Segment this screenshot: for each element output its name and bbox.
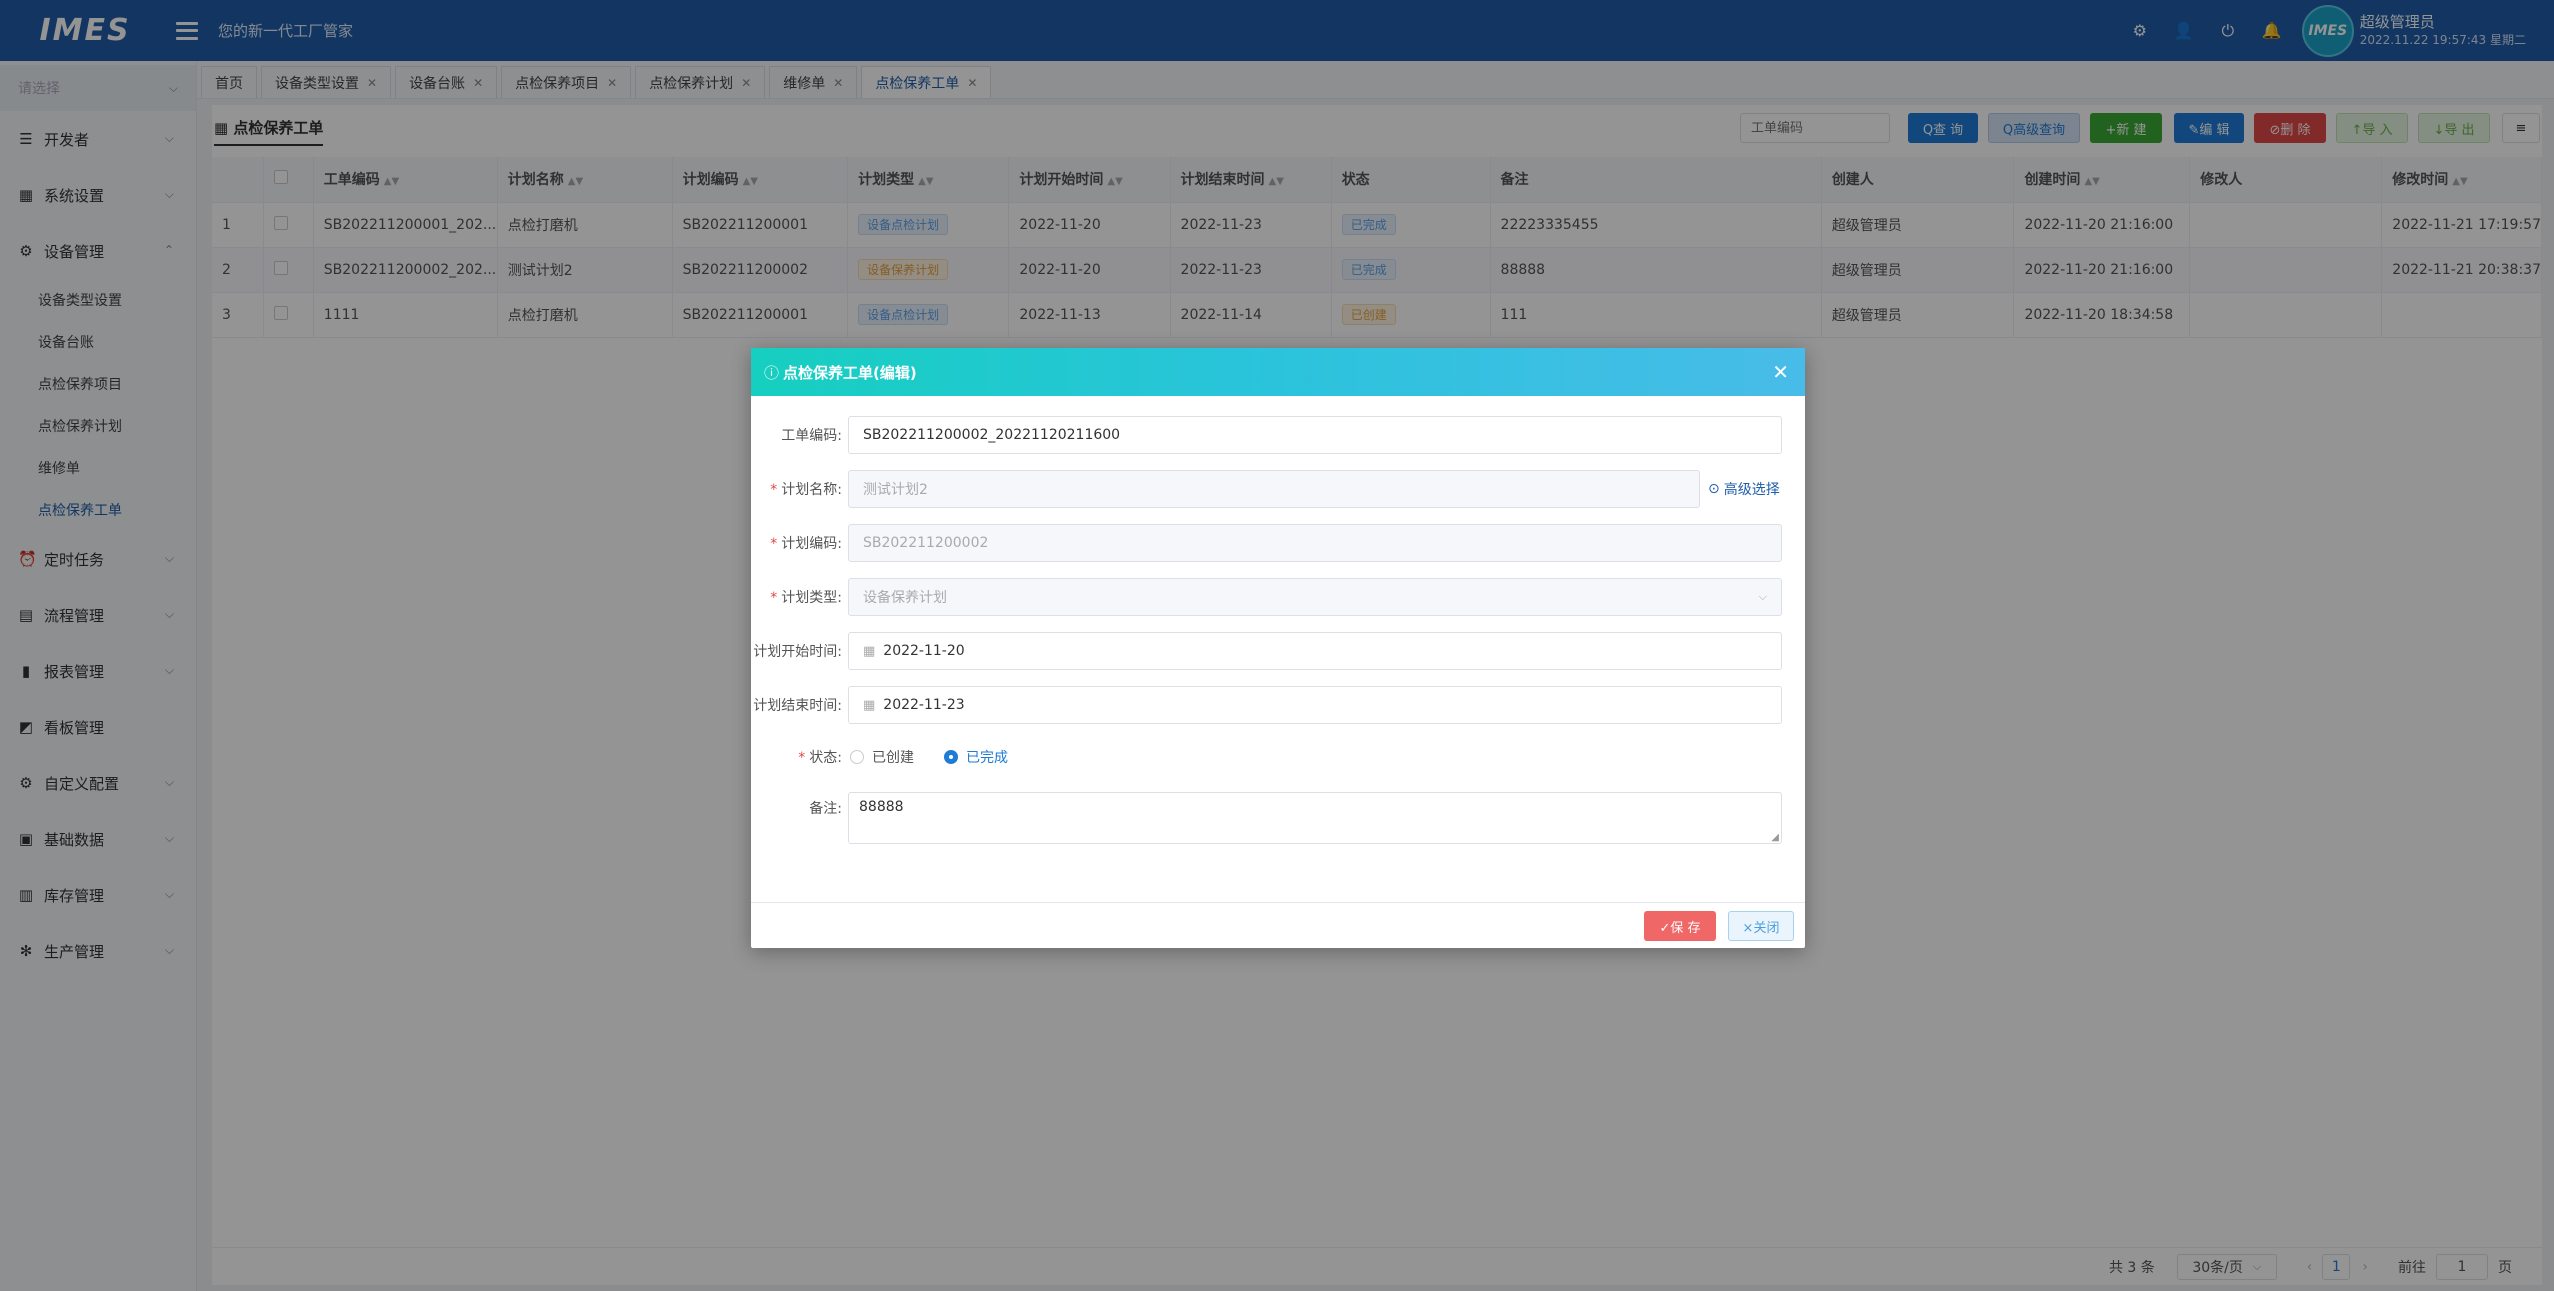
field-label: 工单编码: <box>781 428 842 444</box>
field-row-code: 工单编码: SB202211200002_20221120211600 <box>751 416 1782 454</box>
workorder-code-input[interactable]: SB202211200002_20221120211600 <box>848 416 1782 454</box>
start-date-picker[interactable]: ▦ 2022-11-20 <box>848 632 1782 670</box>
advanced-select-label: 高级选择 <box>1723 482 1780 498</box>
field-row-plan-name: * 计划名称: 测试计划2 ⊙ 高级选择 <box>751 470 1780 508</box>
search-icon: ⊙ <box>1708 481 1720 497</box>
close-icon[interactable]: ✕ <box>1772 360 1789 384</box>
field-label: 计划结束时间: <box>753 698 842 714</box>
field-label: * 计划名称: <box>770 482 842 498</box>
required-mark: * <box>770 590 778 606</box>
plan-type-value: 设备保养计划 <box>863 590 947 606</box>
required-mark: * <box>770 536 778 552</box>
field-row-plan-type: * 计划类型: 设备保养计划 ⌵ <box>751 578 1782 616</box>
field-row-status: * 状态: 已创建 已完成 <box>751 738 1038 776</box>
save-button[interactable]: ✓保 存 <box>1644 911 1716 941</box>
field-row-plan-code: * 计划编码: SB202211200002 <box>751 524 1782 562</box>
plan-code-input[interactable]: SB202211200002 <box>848 524 1782 562</box>
field-label: 备注: <box>809 801 842 817</box>
plan-name-input[interactable]: 测试计划2 <box>848 470 1700 508</box>
field-label: * 状态: <box>798 750 842 766</box>
remark-value: 88888 <box>859 799 904 815</box>
chevron-down-icon: ⌵ <box>1758 590 1767 603</box>
edit-workorder-dialog: ⓘ 点检保养工单(编辑) ✕ 工单编码: SB202211200002_2022… <box>751 348 1805 948</box>
remark-textarea[interactable]: 88888 ◢ <box>848 792 1782 844</box>
field-label: * 计划编码: <box>770 536 842 552</box>
radio-dot[interactable] <box>850 750 864 764</box>
calendar-icon: ▦ <box>863 643 876 659</box>
start-date-value: 2022-11-20 <box>883 643 965 659</box>
radio-label: 已创建 <box>872 750 914 766</box>
field-row-start: 计划开始时间: ▦ 2022-11-20 <box>751 632 1782 670</box>
advanced-select-link[interactable]: ⊙ 高级选择 <box>1708 479 1780 499</box>
field-row-remark: 备注: 88888 ◢ <box>751 792 1782 844</box>
radio-dot[interactable] <box>944 750 958 764</box>
required-mark: * <box>770 482 778 498</box>
status-radio-group: 已创建 已完成 <box>848 747 1038 767</box>
close-button[interactable]: ×关闭 <box>1728 911 1794 941</box>
field-label: * 计划类型: <box>770 590 842 606</box>
status-radio-created[interactable]: 已创建 <box>850 747 914 767</box>
end-date-picker[interactable]: ▦ 2022-11-23 <box>848 686 1782 724</box>
dialog-header: ⓘ 点检保养工单(编辑) ✕ <box>751 348 1805 396</box>
end-date-value: 2022-11-23 <box>883 697 965 713</box>
dialog-footer: ✓保 存 ×关闭 <box>751 902 1805 948</box>
field-row-end: 计划结束时间: ▦ 2022-11-23 <box>751 686 1782 724</box>
resize-handle-icon[interactable]: ◢ <box>1771 832 1779 843</box>
plan-type-select[interactable]: 设备保养计划 ⌵ <box>848 578 1782 616</box>
calendar-icon: ▦ <box>863 697 876 713</box>
dialog-title: 点检保养工单(编辑) <box>783 363 917 382</box>
status-radio-completed[interactable]: 已完成 <box>944 747 1008 767</box>
info-icon: ⓘ <box>764 363 780 382</box>
radio-label: 已完成 <box>966 750 1008 766</box>
field-label: 计划开始时间: <box>753 644 842 660</box>
required-mark: * <box>798 750 806 766</box>
